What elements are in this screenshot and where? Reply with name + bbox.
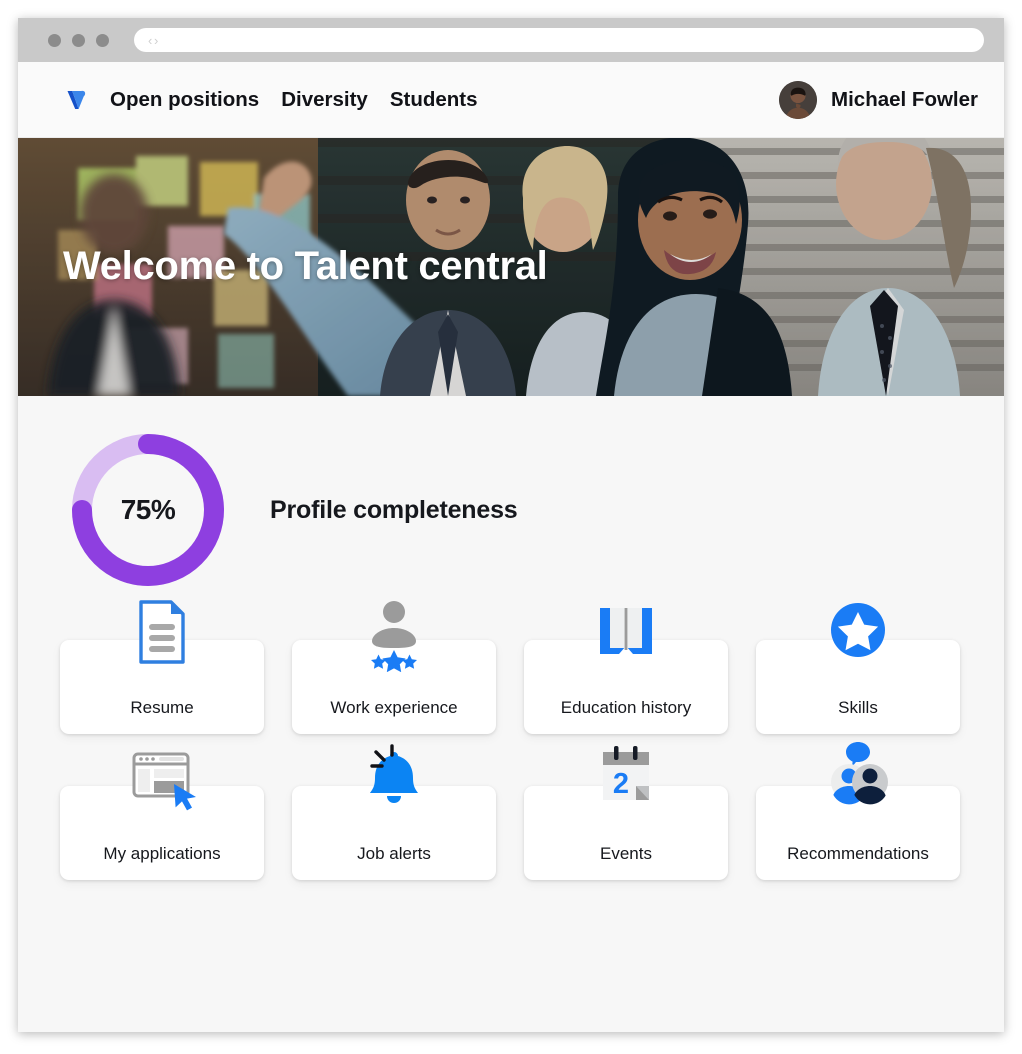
card-label: Work experience — [330, 698, 458, 717]
user-name-label: Michael Fowler — [831, 87, 978, 111]
document-icon — [122, 592, 202, 672]
card-recommendations[interactable]: Recommendations — [756, 742, 960, 880]
card-job-alerts[interactable]: Job alerts — [292, 744, 496, 880]
main-content: 75% Profile completeness Resume Work exp… — [18, 396, 1004, 1032]
person-stars-icon — [354, 592, 434, 672]
hero-banner: Welcome to Talent central — [18, 138, 1004, 396]
quick-links-row-2: My applications Job alerts 2 Events Reco… — [18, 734, 1004, 880]
card-my-applications[interactable]: My applications — [60, 752, 264, 880]
card-education-history[interactable]: Education history — [524, 608, 728, 734]
card-label: Recommendations — [787, 844, 929, 863]
maximize-window-button[interactable] — [96, 33, 109, 47]
nav-students[interactable]: Students — [390, 88, 478, 112]
browser-chrome-bar: ‹ › — [18, 18, 1004, 62]
profile-completeness-donut: 75% — [66, 428, 230, 592]
hero-title: Welcome to Talent central — [63, 244, 548, 288]
close-window-button[interactable] — [48, 33, 61, 47]
nav-arrows-icon[interactable]: ‹ › — [148, 33, 158, 48]
bell-icon — [354, 738, 434, 818]
nav-open-positions[interactable]: Open positions — [110, 88, 259, 112]
people-chat-icon — [818, 738, 898, 818]
star-badge-icon — [818, 592, 898, 672]
card-label: Education history — [560, 698, 692, 717]
quick-links-row-1: Resume Work experience Education history… — [18, 592, 1004, 734]
card-work-experience[interactable]: Work experience — [292, 601, 496, 734]
main-nav: Open positions Diversity Students — [110, 88, 478, 112]
browser-cursor-icon — [122, 738, 202, 818]
calendar-icon: 2 — [586, 738, 666, 818]
profile-completeness-title: Profile completeness — [270, 495, 518, 524]
vodafone-v-logo-icon[interactable] — [62, 85, 92, 115]
card-label: Skills — [838, 698, 878, 717]
card-skills[interactable]: Skills — [756, 603, 960, 734]
card-events[interactable]: 2 Events — [524, 746, 728, 880]
card-label: Events — [600, 844, 652, 863]
site-header: Open positions Diversity Students Michae… — [18, 62, 1004, 138]
user-avatar[interactable] — [779, 80, 818, 119]
window-traffic-lights — [48, 33, 109, 47]
card-label: Job alerts — [357, 844, 431, 863]
card-label: My applications — [103, 844, 221, 863]
card-label: Resume — [130, 698, 194, 717]
nav-diversity[interactable]: Diversity — [281, 88, 368, 112]
browser-window: ‹ › Open positions Diversity Students Mi… — [18, 18, 1004, 1032]
minimize-window-button[interactable] — [72, 33, 85, 47]
card-resume[interactable]: Resume — [60, 600, 264, 734]
profile-completeness-percent: 75% — [120, 494, 176, 525]
user-menu[interactable]: Michael Fowler — [779, 80, 978, 119]
profile-completeness-section: 75% Profile completeness — [18, 396, 1004, 592]
address-bar[interactable]: ‹ › — [134, 28, 984, 52]
open-book-icon — [586, 592, 666, 672]
events-count-badge: 2 — [613, 768, 629, 800]
